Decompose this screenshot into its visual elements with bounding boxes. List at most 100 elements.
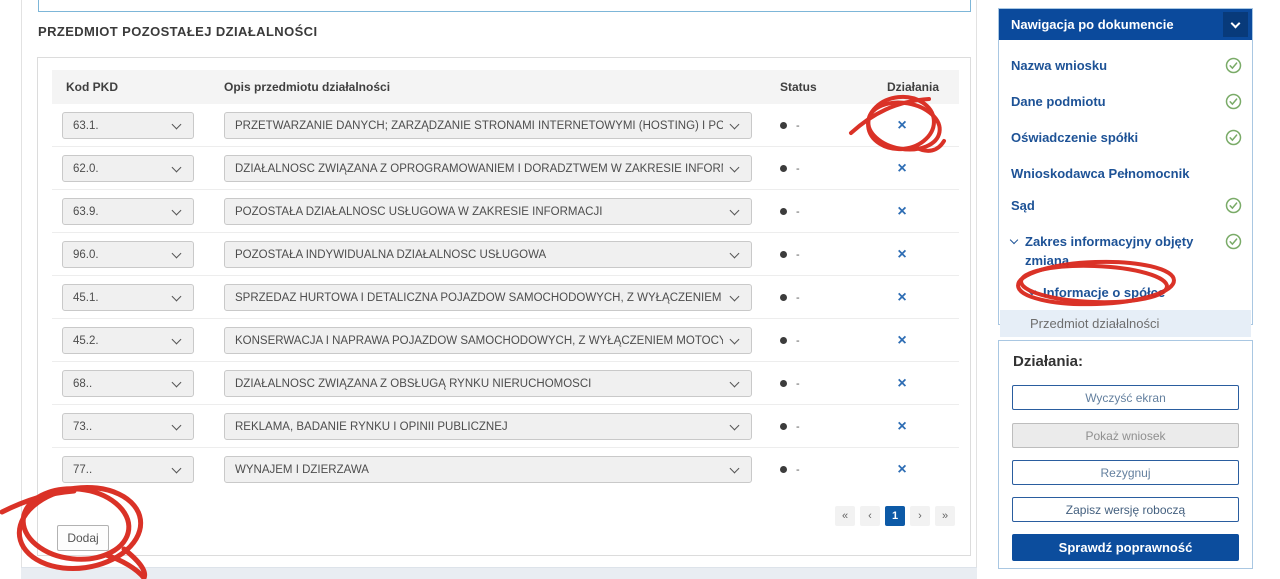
status-dot-icon	[780, 466, 787, 473]
pkd-description-select[interactable]: DZIAŁALNOŚĆ ZWIĄZANA Z OBSŁUGĄ RYNKU NIE…	[224, 370, 752, 397]
page: PRZEDMIOT POZOSTAŁEJ DZIAŁALNOŚCI Kod PK…	[0, 0, 1280, 579]
add-row-button[interactable]: Dodaj	[57, 525, 109, 551]
delete-row-button[interactable]: ×	[891, 448, 913, 491]
chevron-down-icon	[172, 119, 182, 129]
table-row: 62.0. DZIAŁALNOŚĆ ZWIĄZANA Z OPROGRAMOWA…	[52, 147, 959, 190]
pkd-description-select[interactable]: POZOSTAŁA DZIAŁALNOŚĆ USŁUGOWA W ZAKRESI…	[224, 198, 752, 225]
pkd-description-select[interactable]: SPRZEDAŻ HURTOWA I DETALICZNA POJAZDÓW S…	[224, 284, 752, 311]
chevron-down-icon	[730, 291, 740, 301]
main-content-panel: PRZEDMIOT POZOSTAŁEJ DZIAŁALNOŚCI Kod PK…	[21, 0, 977, 567]
pagination-current-page[interactable]: 1	[885, 506, 905, 526]
column-header-opis: Opis przedmiotu działalności	[224, 80, 390, 94]
pkd-code-select[interactable]: 73..	[62, 413, 194, 440]
actions-title: Działania:	[1013, 353, 1083, 370]
nav-item-sad[interactable]: Sąd	[1011, 190, 1244, 226]
navigation-header-label: Nawigacja po dokumencie	[999, 17, 1174, 32]
collapse-panel-button[interactable]	[1223, 12, 1248, 37]
status-cell: -	[780, 362, 800, 405]
save-draft-button[interactable]: Zapisz wersję roboczą	[1012, 497, 1239, 522]
chevron-down-icon	[730, 334, 740, 344]
chevron-down-icon	[730, 119, 740, 129]
status-cell: -	[780, 319, 800, 362]
delete-row-button[interactable]: ×	[891, 147, 913, 190]
pkd-description-select[interactable]: WYNAJEM I DZIERŻAWA	[224, 456, 752, 483]
nav-item-oswiadczenie-spolki[interactable]: Oświadczenie spółki	[1011, 122, 1244, 158]
delete-row-button[interactable]: ×	[891, 104, 913, 147]
pkd-code-select[interactable]: 63.1.	[62, 112, 194, 139]
clear-screen-button[interactable]: Wyczyść ekran	[1012, 385, 1239, 410]
status-dot-icon	[780, 294, 787, 301]
table-row: 77.. WYNAJEM I DZIERŻAWA - ×	[52, 448, 959, 491]
status-dot-icon	[780, 208, 787, 215]
chevron-down-icon	[172, 291, 182, 301]
pagination-prev-button[interactable]: ‹	[860, 506, 880, 526]
nav-item-informacje-o-spolce[interactable]: Informacje o spółce	[1011, 277, 1244, 309]
pkd-description-select[interactable]: PRZETWARZANIE DANYCH; ZARZĄDZANIE STRONA…	[224, 112, 752, 139]
status-dot-icon	[780, 122, 787, 129]
check-circle-icon	[1225, 233, 1242, 255]
nav-item-zakres-informacyjny[interactable]: Zakres informacyjny objęty zmianą	[1011, 226, 1244, 277]
chevron-down-icon	[172, 463, 182, 473]
chevron-down-icon	[1231, 18, 1241, 28]
column-header-status: Status	[780, 80, 817, 94]
chevron-down-icon	[1028, 287, 1036, 295]
table-rows: 63.1. PRZETWARZANIE DANYCH; ZARZĄDZANIE …	[52, 104, 959, 491]
pkd-code-select[interactable]: 62.0.	[62, 155, 194, 182]
delete-row-button[interactable]: ×	[891, 276, 913, 319]
nav-item-wnioskodawca-pelnomocnik[interactable]: Wnioskodawca Pełnomocnik	[1011, 158, 1244, 190]
previous-section-box	[38, 0, 971, 12]
pkd-code-select[interactable]: 77..	[62, 456, 194, 483]
chevron-down-icon	[730, 248, 740, 258]
pkd-code-select[interactable]: 68..	[62, 370, 194, 397]
check-circle-icon	[1225, 197, 1242, 219]
status-dot-icon	[780, 165, 787, 172]
check-circle-icon	[1225, 129, 1242, 151]
validate-button[interactable]: Sprawdź poprawność	[1012, 534, 1239, 561]
pkd-description-select[interactable]: DZIAŁALNOŚĆ ZWIĄZANA Z OPROGRAMOWANIEM I…	[224, 155, 752, 182]
status-cell: -	[780, 190, 800, 233]
delete-row-button[interactable]: ×	[891, 319, 913, 362]
status-cell: -	[780, 233, 800, 276]
status-dot-icon	[780, 380, 787, 387]
column-header-dzialania: Działania	[887, 80, 939, 94]
status-dot-icon	[780, 337, 787, 344]
table-row: 96.0. POZOSTAŁA INDYWIDUALNA DZIAŁALNOŚĆ…	[52, 233, 959, 276]
pagination-last-button[interactable]: »	[935, 506, 955, 526]
pkd-description-select[interactable]: KONSERWACJA I NAPRAWA POJAZDÓW SAMOCHODO…	[224, 327, 752, 354]
nav-item-nazwa-wniosku[interactable]: Nazwa wniosku	[1011, 50, 1244, 86]
pkd-description-select[interactable]: POZOSTAŁA INDYWIDUALNA DZIAŁALNOŚĆ USŁUG…	[224, 241, 752, 268]
column-header-kod-pkd: Kod PKD	[66, 80, 118, 94]
table-header: Kod PKD Opis przedmiotu działalności Sta…	[52, 70, 959, 104]
table-row: 73.. REKLAMA, BADANIE RYNKU I OPINII PUB…	[52, 405, 959, 448]
status-cell: -	[780, 147, 800, 190]
chevron-down-icon	[730, 377, 740, 387]
nav-item-przedmiot-dzialalnosci-active[interactable]: Przedmiot działalności	[1000, 310, 1251, 337]
table-row: 45.2. KONSERWACJA I NAPRAWA POJAZDÓW SAM…	[52, 319, 959, 362]
pagination-next-button[interactable]: ›	[910, 506, 930, 526]
status-cell: -	[780, 405, 800, 448]
resign-button[interactable]: Rezygnuj	[1012, 460, 1239, 485]
delete-row-button[interactable]: ×	[891, 190, 913, 233]
nav-item-dane-podmiotu[interactable]: Dane podmiotu	[1011, 86, 1244, 122]
pkd-code-select[interactable]: 45.2.	[62, 327, 194, 354]
section-title: PRZEDMIOT POZOSTAŁEJ DZIAŁALNOŚCI	[38, 24, 317, 39]
delete-row-button[interactable]: ×	[891, 405, 913, 448]
table-row: 63.1. PRZETWARZANIE DANYCH; ZARZĄDZANIE …	[52, 104, 959, 147]
show-application-button[interactable]: Pokaż wniosek	[1012, 423, 1239, 448]
chevron-down-icon	[730, 420, 740, 430]
pagination-first-button[interactable]: «	[835, 506, 855, 526]
check-circle-icon	[1225, 93, 1242, 115]
pkd-code-select[interactable]: 63.9.	[62, 198, 194, 225]
status-cell: -	[780, 104, 800, 147]
pkd-code-select[interactable]: 96.0.	[62, 241, 194, 268]
chevron-down-icon	[172, 205, 182, 215]
navigation-header: Nawigacja po dokumencie	[999, 9, 1252, 40]
delete-row-button[interactable]: ×	[891, 362, 913, 405]
delete-row-button[interactable]: ×	[891, 233, 913, 276]
navigation-list: Nazwa wniosku Dane podmiotu Oświadczenie…	[999, 40, 1252, 370]
pkd-code-select[interactable]: 45.1.	[62, 284, 194, 311]
table-row: 68.. DZIAŁALNOŚĆ ZWIĄZANA Z OBSŁUGĄ RYNK…	[52, 362, 959, 405]
pkd-description-select[interactable]: REKLAMA, BADANIE RYNKU I OPINII PUBLICZN…	[224, 413, 752, 440]
chevron-down-icon	[172, 248, 182, 258]
status-dot-icon	[780, 251, 787, 258]
